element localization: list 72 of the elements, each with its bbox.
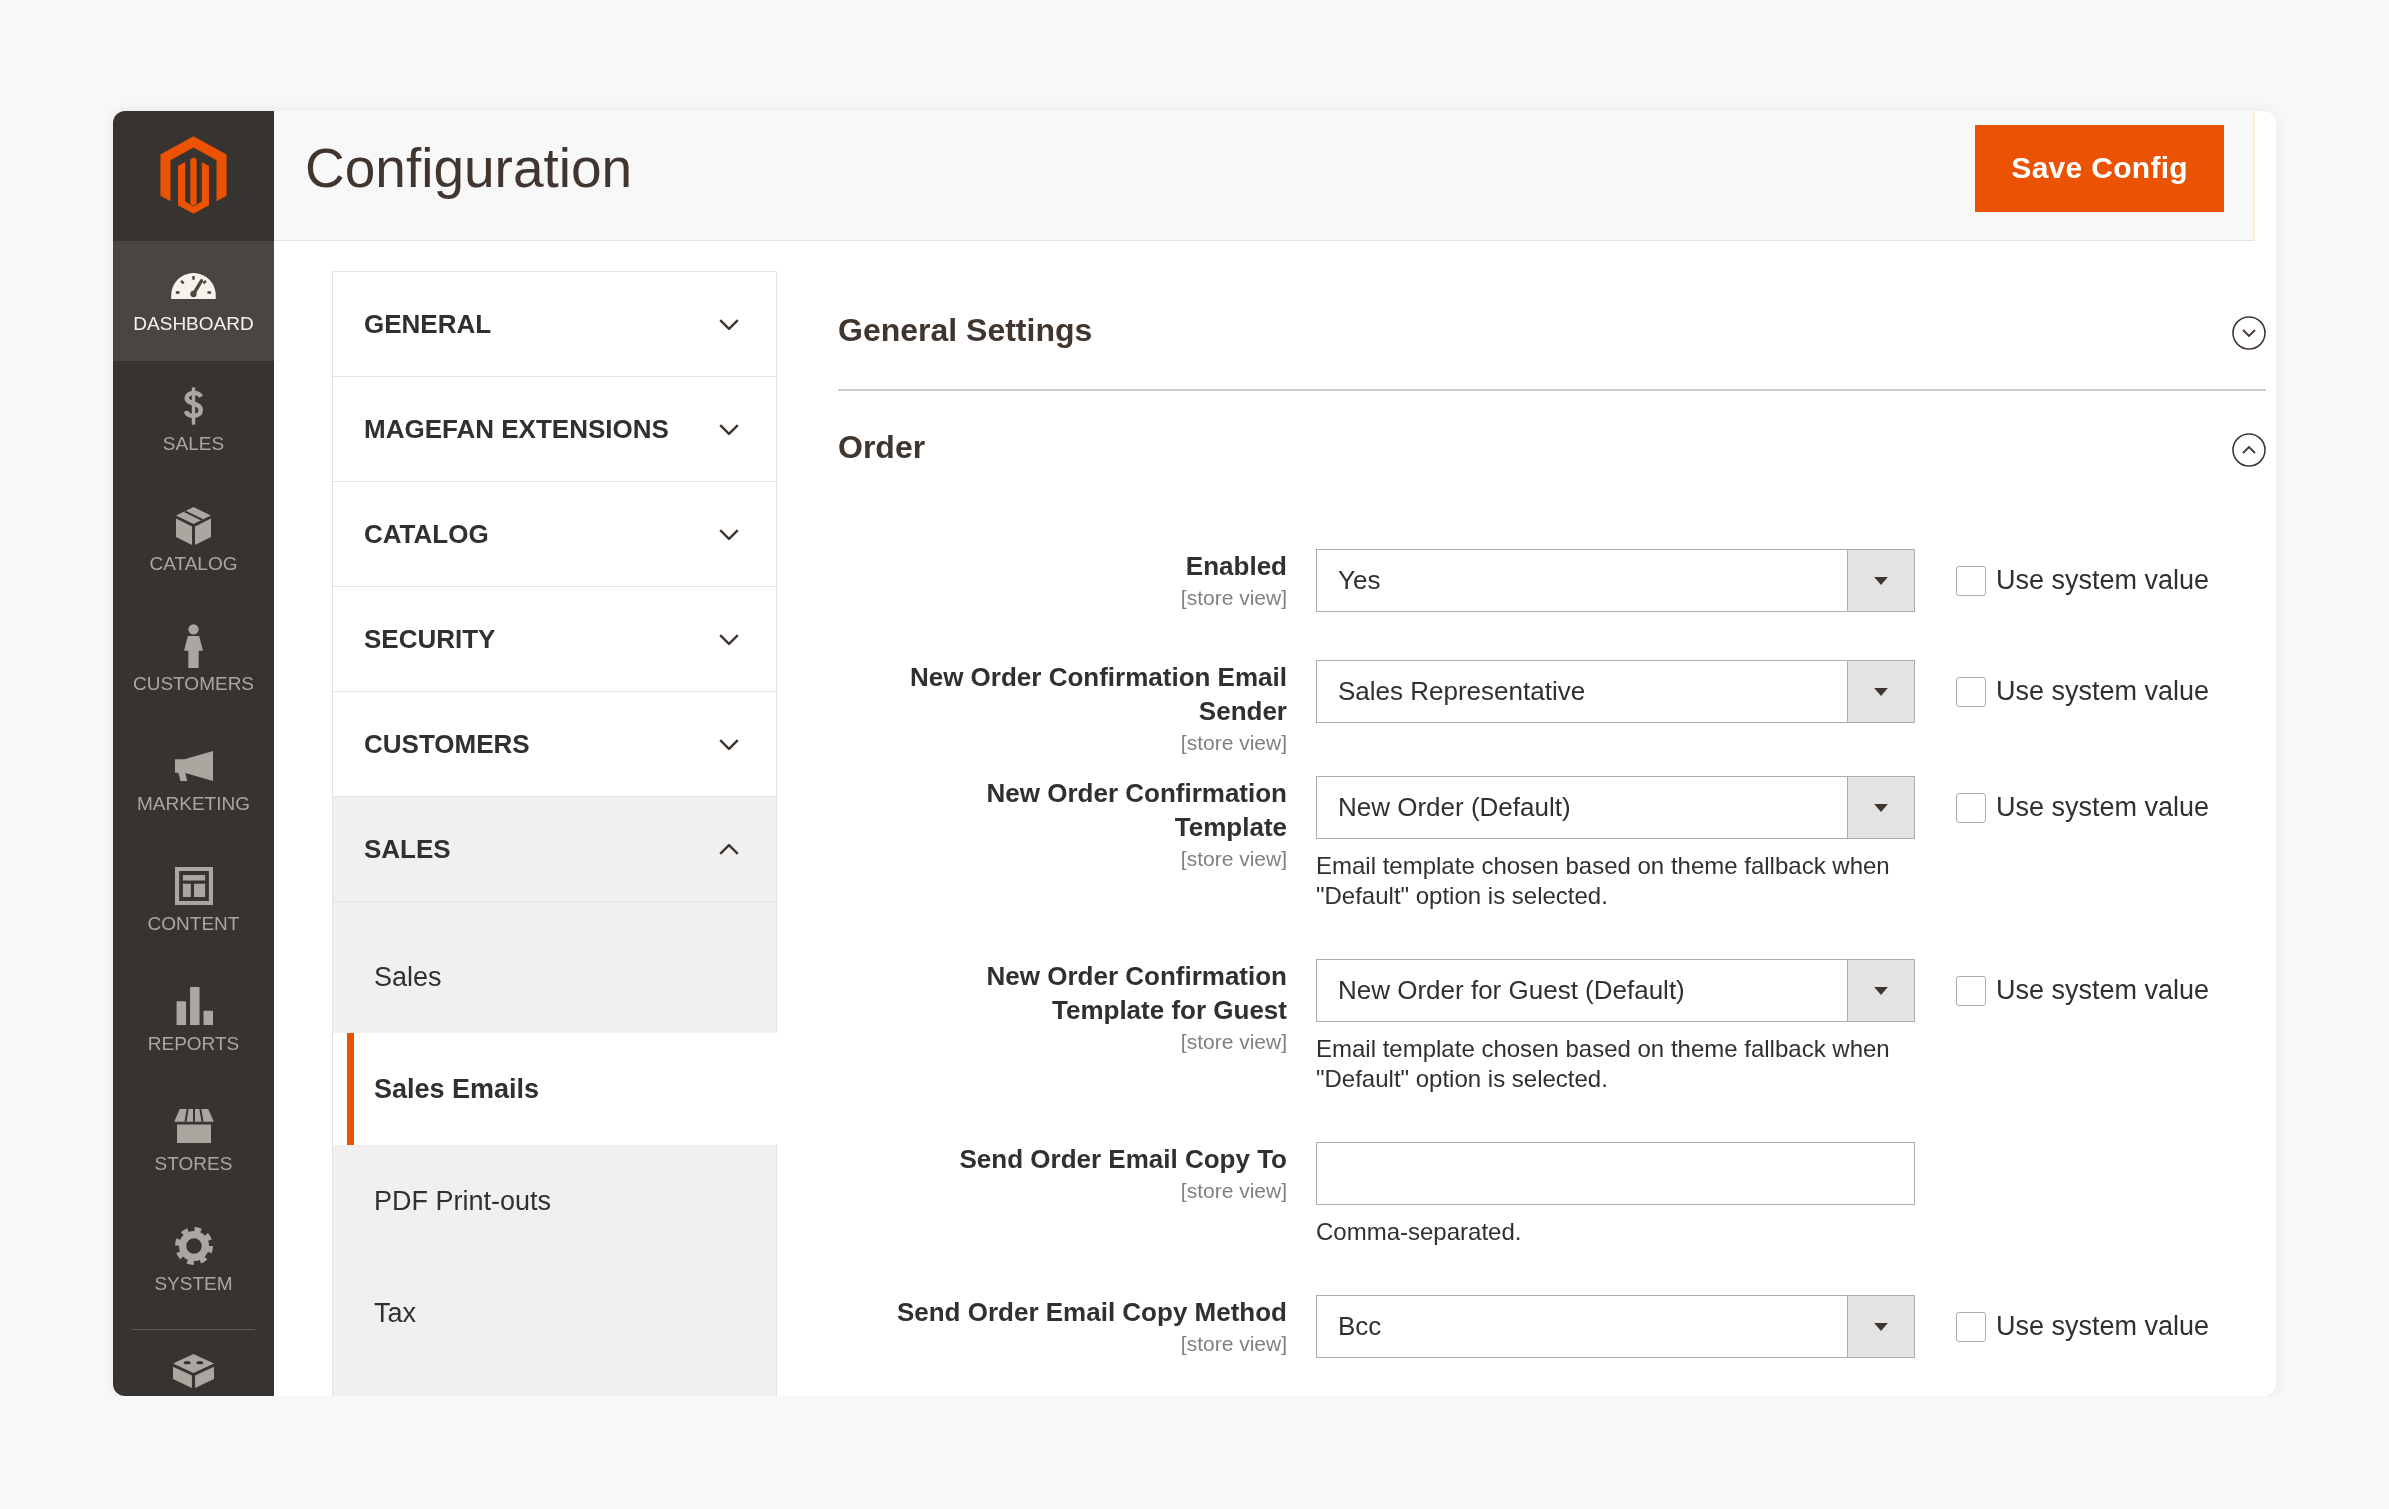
- field-label: New Order Confirmation Email Sender: [908, 661, 1287, 728]
- nav-link[interactable]: PDF Print-outs: [333, 1145, 776, 1257]
- field-label: New Order Confirmation Template: [985, 777, 1287, 844]
- dollar-icon: [182, 387, 205, 425]
- field-label: Send Order Email Copy Method: [896, 1296, 1287, 1329]
- caret-icon: [1874, 986, 1888, 995]
- sidebar-item[interactable]: SYSTEM: [113, 1201, 274, 1321]
- scope-label: [store view]: [1180, 1331, 1287, 1357]
- circle-chevron-down-icon: [2232, 316, 2266, 350]
- section-toggle[interactable]: General Settings: [838, 271, 2266, 389]
- sidebar-item[interactable]: DASHBOARD: [113, 241, 274, 361]
- sidebar-item[interactable]: CONTENT: [113, 841, 274, 961]
- circle-chevron-up-icon: [2232, 433, 2266, 467]
- chevron-down-icon: [719, 633, 739, 645]
- sidebar-item[interactable]: MARKETING: [113, 721, 274, 841]
- section-toggle[interactable]: Order: [838, 391, 2266, 503]
- chevron-up-icon: [719, 843, 739, 855]
- storefront-icon: [173, 1109, 214, 1143]
- nav-link[interactable]: Sales Emails: [333, 1033, 777, 1145]
- field-label: New Order Confirmation Template for Guest: [985, 960, 1287, 1027]
- checkbox-label: Use system value: [1996, 1311, 2210, 1342]
- chevron-down-icon: [719, 318, 739, 330]
- sidebar-item[interactable]: CUSTOMERS: [113, 601, 274, 721]
- dropdown-field[interactable]: Sales Representative: [1316, 660, 1915, 723]
- field-note: Comma-separated.: [1316, 1217, 1523, 1247]
- scope-label: [store view]: [1180, 1178, 1287, 1204]
- scope-label: [store view]: [1180, 585, 1287, 611]
- dropdown-field[interactable]: Bcc: [1316, 1295, 1915, 1358]
- save-config-button[interactable]: Save Config: [1975, 124, 2224, 212]
- scope-label: [store view]: [1180, 846, 1287, 872]
- chevron-down-icon: [719, 528, 739, 540]
- speedometer-icon: [171, 273, 216, 299]
- chevron-down-icon: [719, 738, 739, 750]
- input-field[interactable]: [1316, 1142, 1915, 1205]
- nav-link[interactable]: Tax: [333, 1257, 776, 1369]
- checkbox[interactable]: [1956, 792, 1986, 823]
- page-title: Configuration: [305, 136, 633, 201]
- sidebar-item[interactable]: CATALOG: [113, 481, 274, 601]
- caret-icon: [1874, 576, 1888, 585]
- checkbox-label: Use system value: [1996, 792, 2210, 823]
- gear-icon: [174, 1227, 213, 1265]
- box-icon: [176, 507, 211, 545]
- sidebar-item[interactable]: REPORTS: [113, 961, 274, 1081]
- person-icon: [184, 624, 203, 668]
- scope-label: [store view]: [1180, 730, 1287, 756]
- dropdown-field[interactable]: New Order for Guest (Default): [1316, 959, 1915, 1022]
- chevron-down-icon: [719, 423, 739, 435]
- checkbox-label: Use system value: [1996, 676, 2210, 707]
- checkbox[interactable]: [1956, 1311, 1986, 1342]
- nav-link[interactable]: Sales: [333, 921, 776, 1033]
- dropdown-field[interactable]: Yes: [1316, 549, 1915, 612]
- checkbox[interactable]: [1956, 676, 1986, 707]
- field-note: Email template chosen based on theme fallback when "Default" option is selected.: [1316, 851, 1891, 911]
- field-label: Enabled: [1185, 550, 1287, 583]
- nav-section-tab[interactable]: SALES: [333, 797, 776, 902]
- caret-icon: [1874, 803, 1888, 812]
- scope-label: [store view]: [1180, 1029, 1287, 1055]
- dropdown-field[interactable]: New Order (Default): [1316, 776, 1915, 839]
- checkbox[interactable]: [1956, 975, 1986, 1006]
- checkbox[interactable]: [1956, 565, 1986, 596]
- caret-icon: [1874, 1322, 1888, 1331]
- field-label: Send Order Email Copy To: [959, 1143, 1287, 1176]
- bar-chart-icon: [174, 987, 213, 1025]
- sidebar-item[interactable]: STORES: [113, 1081, 274, 1201]
- logo-icon[interactable]: [159, 136, 228, 214]
- layout-icon: [174, 867, 213, 905]
- caret-icon: [1874, 687, 1888, 696]
- field-note: Email template chosen based on theme fallback when "Default" option is selected.: [1316, 1034, 1891, 1094]
- checkbox-label: Use system value: [1996, 565, 2210, 596]
- megaphone-icon: [174, 751, 213, 781]
- checkbox-label: Use system value: [1996, 975, 2210, 1006]
- sidebar-item[interactable]: SALES: [113, 361, 274, 481]
